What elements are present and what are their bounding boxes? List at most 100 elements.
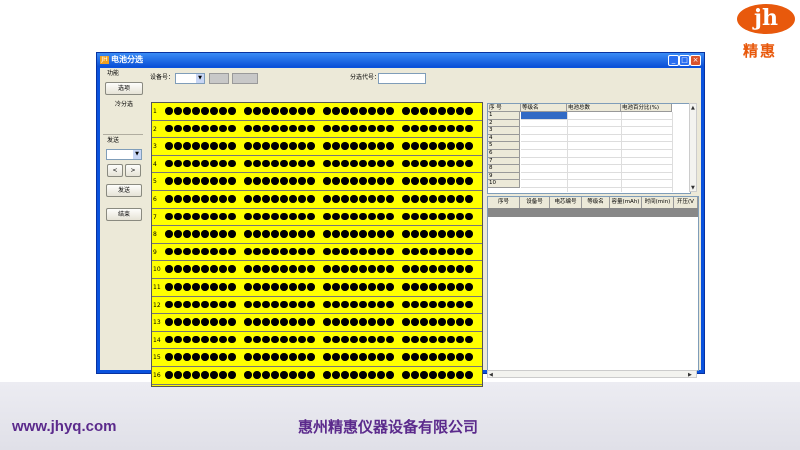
battery-dot-icon[interactable] (447, 107, 455, 115)
battery-dot-icon[interactable] (411, 265, 419, 273)
battery-dot-icon[interactable] (456, 142, 464, 150)
battery-dot-icon[interactable] (386, 159, 394, 168)
battery-dot-icon[interactable] (386, 300, 394, 309)
battery-dot-icon[interactable] (447, 247, 455, 256)
battery-dot-icon[interactable] (429, 265, 437, 273)
battery-dot-icon[interactable] (368, 230, 376, 238)
battery-dot-icon[interactable] (456, 159, 464, 168)
battery-dot-icon[interactable] (183, 265, 191, 273)
battery-dot-icon[interactable] (244, 142, 252, 150)
battery-group[interactable] (402, 107, 473, 116)
battery-dot-icon[interactable] (386, 335, 394, 344)
battery-dot-icon[interactable] (368, 371, 376, 379)
battery-group[interactable] (323, 212, 394, 222)
battery-dot-icon[interactable] (341, 159, 349, 168)
battery-dot-icon[interactable] (411, 371, 419, 379)
battery-dot-icon[interactable] (456, 177, 464, 185)
battery-dot-icon[interactable] (201, 300, 209, 309)
battery-dot-icon[interactable] (280, 247, 288, 256)
battery-group[interactable] (323, 300, 394, 310)
row-header[interactable]: 6 (488, 150, 520, 158)
battery-dot-icon[interactable] (271, 265, 279, 273)
battery-dot-icon[interactable] (377, 142, 385, 150)
battery-dot-icon[interactable] (307, 353, 315, 361)
battery-dot-icon[interactable] (411, 177, 419, 185)
battery-dot-icon[interactable] (447, 177, 455, 185)
battery-dot-icon[interactable] (244, 318, 252, 326)
battery-dot-icon[interactable] (201, 177, 209, 185)
battery-group[interactable] (244, 177, 315, 186)
battery-dot-icon[interactable] (447, 318, 455, 326)
battery-dot-icon[interactable] (298, 159, 306, 168)
battery-dot-icon[interactable] (280, 230, 288, 238)
battery-dot-icon[interactable] (447, 371, 455, 379)
battery-dot-icon[interactable] (210, 265, 218, 273)
battery-dot-icon[interactable] (456, 230, 464, 238)
battery-dot-icon[interactable] (456, 300, 464, 309)
battery-dot-icon[interactable] (219, 335, 227, 344)
battery-dot-icon[interactable] (298, 318, 306, 326)
battery-dot-icon[interactable] (386, 124, 394, 133)
battery-dot-icon[interactable] (228, 195, 236, 203)
battery-dot-icon[interactable] (210, 124, 218, 133)
battery-dot-icon[interactable] (244, 300, 252, 309)
battery-dot-icon[interactable] (174, 265, 182, 273)
battery-dot-icon[interactable] (289, 195, 297, 203)
battery-dot-icon[interactable] (228, 300, 236, 309)
battery-dot-icon[interactable] (244, 371, 252, 379)
battery-group[interactable] (402, 230, 473, 239)
battery-dot-icon[interactable] (174, 371, 182, 379)
battery-dot-icon[interactable] (307, 318, 315, 326)
battery-dot-icon[interactable] (420, 318, 428, 326)
battery-dot-icon[interactable] (165, 300, 173, 309)
battery-group[interactable] (402, 265, 473, 274)
battery-dot-icon[interactable] (429, 283, 437, 291)
battery-dot-icon[interactable] (350, 247, 358, 256)
battery-dot-icon[interactable] (307, 265, 315, 273)
battery-dot-icon[interactable] (244, 159, 252, 168)
battery-dot-icon[interactable] (192, 283, 200, 291)
battery-dot-icon[interactable] (368, 335, 376, 344)
battery-dot-icon[interactable] (289, 353, 297, 361)
battery-dot-icon[interactable] (332, 353, 340, 361)
battery-dot-icon[interactable] (420, 212, 428, 221)
battery-dot-icon[interactable] (350, 142, 358, 150)
battery-group[interactable] (244, 300, 315, 310)
send-button[interactable]: 发送 (106, 184, 142, 197)
battery-dot-icon[interactable] (359, 212, 367, 221)
battery-group[interactable] (165, 247, 236, 257)
close-icon[interactable]: × (690, 55, 701, 66)
battery-dot-icon[interactable] (298, 247, 306, 256)
battery-dot-icon[interactable] (429, 230, 437, 238)
battery-dot-icon[interactable] (332, 230, 340, 238)
battery-dot-icon[interactable] (438, 177, 446, 185)
battery-dot-icon[interactable] (201, 318, 209, 326)
battery-dot-icon[interactable] (341, 283, 349, 291)
row-header[interactable]: 1 (488, 112, 520, 120)
scroll-up-icon[interactable]: ▲ (691, 104, 695, 112)
battery-dot-icon[interactable] (244, 212, 252, 221)
battery-dot-icon[interactable] (465, 124, 473, 133)
battery-dot-icon[interactable] (341, 124, 349, 133)
scroll-right-icon[interactable]: ▶ (688, 371, 692, 379)
chevron-down-icon[interactable]: ▼ (133, 150, 141, 159)
battery-dot-icon[interactable] (228, 318, 236, 326)
battery-dot-icon[interactable] (377, 283, 385, 291)
battery-dot-icon[interactable] (447, 265, 455, 273)
battery-dot-icon[interactable] (323, 371, 331, 379)
battery-dot-icon[interactable] (253, 142, 261, 150)
battery-dot-icon[interactable] (262, 107, 270, 115)
battery-dot-icon[interactable] (402, 283, 410, 291)
battery-dot-icon[interactable] (386, 247, 394, 256)
battery-group[interactable] (165, 300, 236, 310)
col-header-seq[interactable]: 序 号 (488, 104, 521, 112)
battery-dot-icon[interactable] (183, 230, 191, 238)
battery-dot-icon[interactable] (307, 159, 315, 168)
battery-dot-icon[interactable] (429, 212, 437, 221)
battery-dot-icon[interactable] (350, 265, 358, 273)
battery-dot-icon[interactable] (210, 300, 218, 309)
battery-dot-icon[interactable] (411, 353, 419, 361)
battery-dot-icon[interactable] (386, 371, 394, 379)
battery-dot-icon[interactable] (350, 124, 358, 133)
col-header-total[interactable]: 电池总数 (567, 104, 621, 112)
